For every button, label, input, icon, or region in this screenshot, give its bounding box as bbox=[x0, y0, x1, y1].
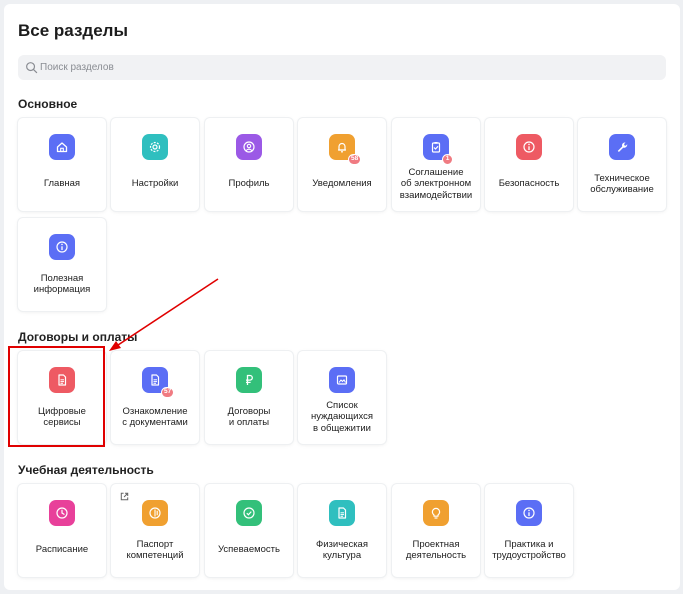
page-title: Все разделы bbox=[18, 21, 128, 40]
info-icon bbox=[516, 500, 542, 526]
section-tile-maintenance[interactable]: Техническое обслуживание bbox=[578, 118, 666, 211]
home-icon bbox=[49, 134, 75, 160]
wrench-icon bbox=[609, 134, 635, 160]
section-title-contracts: Договоры и оплаты bbox=[18, 330, 138, 344]
section-tile-profile[interactable]: Профиль bbox=[205, 118, 293, 211]
section-tile-digital-services[interactable]: Цифровые сервисы bbox=[18, 351, 106, 444]
tile-label: Полезная информация bbox=[33, 272, 91, 296]
tile-label: Настройки bbox=[131, 178, 179, 190]
section-tile-security[interactable]: Безопасность bbox=[485, 118, 573, 211]
section-tile-settings[interactable]: Настройки bbox=[111, 118, 199, 211]
section-tile-project-activity[interactable]: Проектная деятельность bbox=[392, 484, 480, 577]
compass-icon bbox=[142, 500, 168, 526]
search-input[interactable] bbox=[40, 55, 650, 80]
info-icon bbox=[49, 234, 75, 260]
tile-label: Успеваемость bbox=[218, 544, 280, 556]
tile-label: Практика и трудоустройство bbox=[492, 538, 566, 562]
section-tile-contracts-payments[interactable]: Договоры и оплаты bbox=[205, 351, 293, 444]
section-tile-schedule[interactable]: Расписание bbox=[18, 484, 106, 577]
tile-label: Техническое обслуживание bbox=[590, 172, 654, 196]
section-tile-performance[interactable]: Успеваемость bbox=[205, 484, 293, 577]
section-tile-internship-employment[interactable]: Практика и трудоустройство bbox=[485, 484, 573, 577]
notification-badge: 1 bbox=[442, 154, 453, 165]
section-tile-home[interactable]: Главная bbox=[18, 118, 106, 211]
tile-label: Список нуждающихся в общежитии bbox=[310, 399, 374, 434]
tile-label: Цифровые сервисы bbox=[38, 405, 86, 429]
user-circle-icon bbox=[236, 134, 262, 160]
clock-icon bbox=[49, 500, 75, 526]
tile-label: Ознакомление с документами bbox=[122, 405, 188, 429]
notification-badge: 58 bbox=[348, 154, 362, 165]
tile-label: Соглашение об электронном взаимодействии bbox=[399, 166, 473, 201]
notification-badge: 57 bbox=[161, 387, 175, 398]
section-title-study: Учебная деятельность bbox=[18, 463, 154, 477]
document-icon bbox=[329, 500, 355, 526]
section-tile-useful-info[interactable]: Полезная информация bbox=[18, 218, 106, 311]
document-icon bbox=[49, 367, 75, 393]
search-bar[interactable] bbox=[18, 55, 666, 80]
section-tile-e-agreement[interactable]: 1 Соглашение об электронном взаимодействи… bbox=[392, 118, 480, 211]
tile-label: Физическая культура bbox=[316, 538, 368, 562]
gear-icon bbox=[142, 134, 168, 160]
external-link-icon[interactable] bbox=[119, 491, 130, 502]
lightbulb-icon bbox=[423, 500, 449, 526]
search-icon bbox=[26, 62, 38, 74]
tile-label: Безопасность bbox=[498, 178, 560, 190]
tile-label: Профиль bbox=[228, 178, 270, 190]
section-tile-notifications[interactable]: 58 Уведомления bbox=[298, 118, 386, 211]
tile-label: Паспорт компетенций bbox=[126, 538, 184, 562]
section-tile-competence-passport[interactable]: Паспорт компетенций bbox=[111, 484, 199, 577]
tile-label: Расписание bbox=[35, 544, 89, 556]
tile-label: Главная bbox=[43, 178, 81, 190]
tile-label: Проектная деятельность bbox=[405, 538, 467, 562]
section-tile-physical-education[interactable]: Физическая культура bbox=[298, 484, 386, 577]
section-tile-documents-review[interactable]: 57 Ознакомление с документами bbox=[111, 351, 199, 444]
image-icon bbox=[329, 367, 355, 393]
check-circle-icon bbox=[236, 500, 262, 526]
tile-label: Договоры и оплаты bbox=[227, 405, 271, 429]
section-title-main: Основное bbox=[18, 97, 78, 111]
ruble-icon bbox=[236, 367, 262, 393]
section-tile-dormitory-list[interactable]: Список нуждающихся в общежитии bbox=[298, 351, 386, 444]
all-sections-panel: Все разделы Основное Договоры и оплаты У… bbox=[4, 4, 680, 590]
tile-label: Уведомления bbox=[312, 178, 372, 190]
info-icon bbox=[516, 134, 542, 160]
